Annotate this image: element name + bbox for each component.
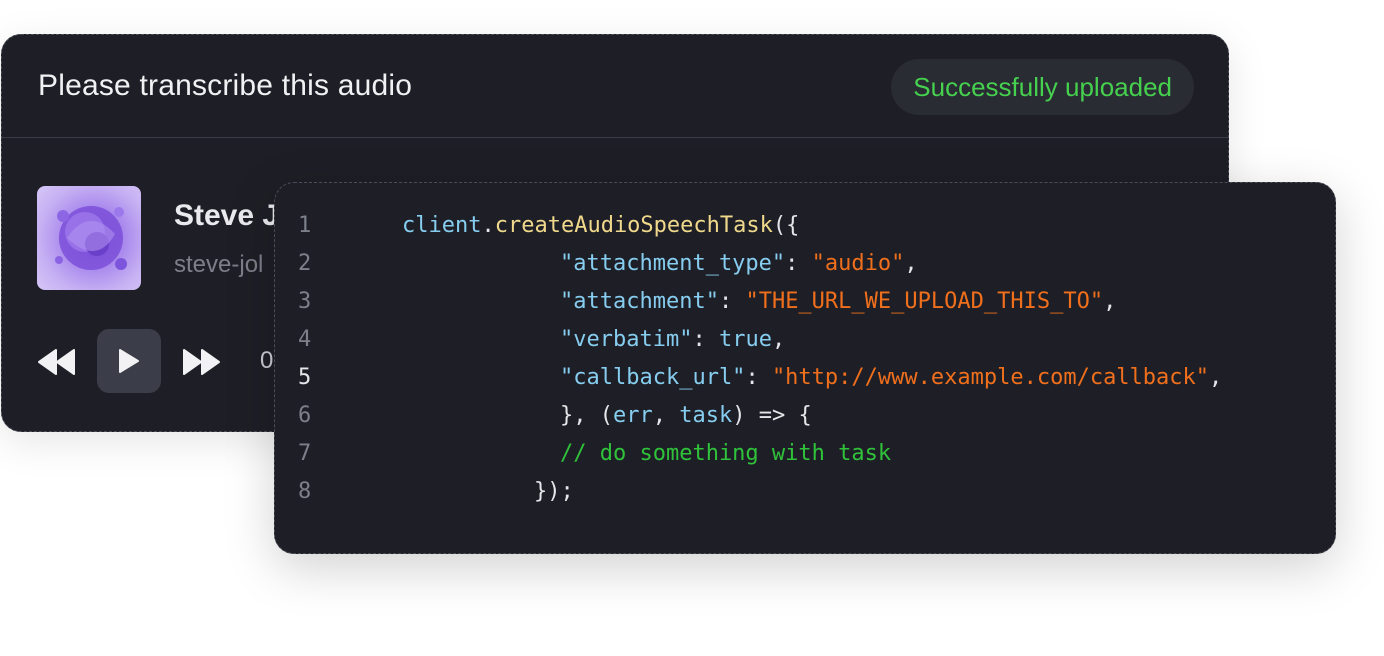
code-token: createAudioSpeechTask xyxy=(494,213,773,238)
line-number: 6 xyxy=(298,403,312,428)
code-line: 2 "attachment_type": "audio", xyxy=(275,245,1335,283)
stage: Please transcribe this audio Successfull… xyxy=(0,0,1384,656)
code-token: // do something with task xyxy=(560,441,892,466)
code-line: 6 }, (err, task) => { xyxy=(275,397,1335,435)
track-title: Steve J xyxy=(174,199,280,232)
code-line: 8}); xyxy=(275,473,1335,511)
upload-status-badge: Successfully uploaded xyxy=(891,59,1194,115)
code-line: 7 // do something with task xyxy=(275,435,1335,473)
track-filename: steve-jol xyxy=(174,251,264,278)
code-token: . xyxy=(481,213,495,238)
line-number: 2 xyxy=(298,251,312,276)
code-text: }); xyxy=(534,473,574,511)
code-line: 3 "attachment": "THE_URL_WE_UPLOAD_THIS_T… xyxy=(275,283,1335,321)
play-button[interactable] xyxy=(97,329,161,393)
code-token: "http://www.example.com/callback" xyxy=(771,365,1210,390)
code-token: : xyxy=(692,327,719,352)
line-number: 7 xyxy=(298,441,312,466)
code-snippet-card: 1 client.createAudioSpeechTask({ 2 "attachm… xyxy=(274,182,1336,554)
code-token: ) => { xyxy=(732,403,812,428)
code-token: , xyxy=(771,327,786,352)
code-line: 1 client.createAudioSpeechTask({ xyxy=(275,207,1335,245)
album-art-graphic xyxy=(55,206,127,270)
code-token: ({ xyxy=(772,213,800,238)
code-token: err xyxy=(612,403,653,428)
code-token: "attachment" xyxy=(560,289,719,314)
fast-forward-button[interactable] xyxy=(180,341,222,383)
play-icon xyxy=(119,349,139,373)
code-token: , xyxy=(1103,289,1117,314)
code-text: client.createAudioSpeechTask({ xyxy=(402,207,799,245)
code-token: }); xyxy=(534,479,574,504)
code-token: "attachment_type" xyxy=(560,251,786,276)
code-token: }, ( xyxy=(560,403,613,428)
audio-card-header: Please transcribe this audio Successfull… xyxy=(2,35,1228,138)
code-token: client xyxy=(402,213,482,238)
line-number: 1 xyxy=(298,213,312,238)
code-token: , xyxy=(1209,365,1223,390)
code-token: task xyxy=(679,403,733,428)
code-token: "audio" xyxy=(811,251,905,276)
code-text: }, (err, task) => { xyxy=(560,397,812,435)
code-text: "attachment_type": "audio", xyxy=(560,245,918,283)
code-text: "verbatim": true, xyxy=(560,321,785,359)
code-token: , xyxy=(652,403,680,428)
line-number: 4 xyxy=(298,327,312,352)
code-token: "callback_url" xyxy=(560,365,746,390)
code-token: : xyxy=(785,251,812,276)
code-line: 5 "callback_url": "http://www.example.com… xyxy=(275,359,1335,397)
code-token: : xyxy=(745,365,772,390)
code-token: true xyxy=(718,327,772,352)
rewind-button[interactable] xyxy=(36,341,78,383)
album-art-image xyxy=(37,186,141,290)
code-text: // do something with task xyxy=(560,435,891,473)
code-token: "THE_URL_WE_UPLOAD_THIS_TO" xyxy=(745,289,1104,314)
code-token: : xyxy=(718,289,746,314)
line-number: 5 xyxy=(298,365,312,390)
fast-forward-icon xyxy=(183,349,220,375)
code-token: , xyxy=(904,251,918,276)
audio-card-title: Please transcribe this audio xyxy=(38,69,413,102)
code-line: 4 "verbatim": true, xyxy=(275,321,1335,359)
current-time: 0 xyxy=(260,347,274,374)
line-number: 8 xyxy=(298,479,312,504)
code-text: "callback_url": "http://www.example.com/… xyxy=(560,359,1222,397)
code-text: "attachment": "THE_URL_WE_UPLOAD_THIS_TO… xyxy=(560,283,1116,321)
code-token: "verbatim" xyxy=(560,327,693,352)
rewind-icon xyxy=(38,349,75,375)
line-number: 3 xyxy=(298,289,312,314)
